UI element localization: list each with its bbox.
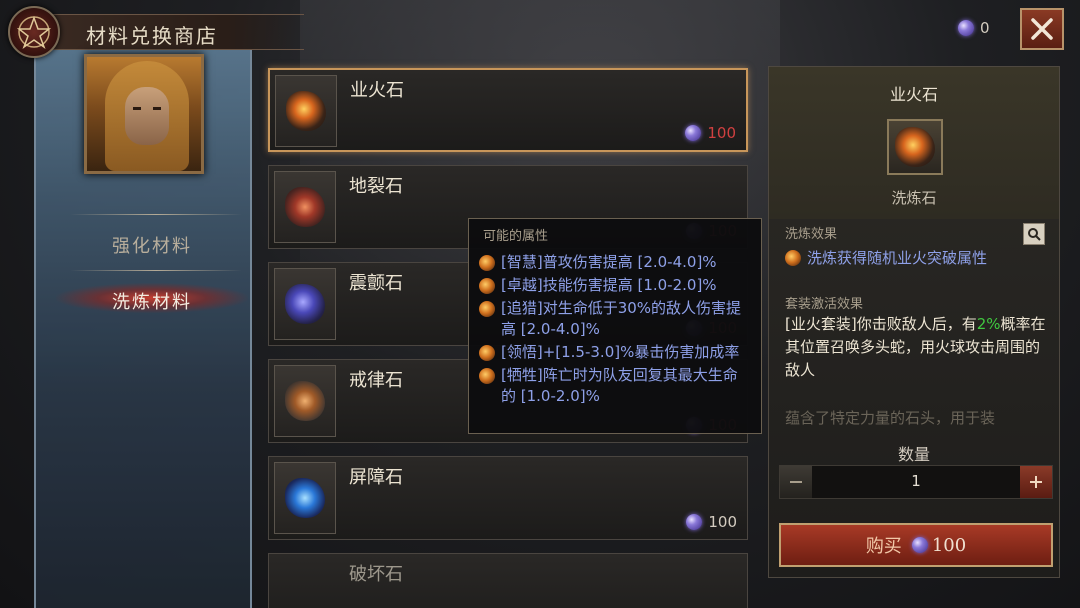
page-title: 材料兑换商店	[86, 24, 218, 48]
item-card[interactable]: 破坏石	[268, 553, 748, 608]
tooltip-attribute-text: [追猎]对生命低于30%的敌人伤害提高 [2.0-4.0]%	[501, 299, 742, 338]
item-icon-frame	[274, 268, 336, 340]
set-bonus-percent: 2%	[976, 315, 1001, 333]
character-portrait	[84, 54, 204, 174]
hellfire-stone-icon	[286, 91, 326, 131]
tooltip-attribute-line: [追猎]对生命低于30%的敌人伤害提高 [2.0-4.0]%	[479, 298, 751, 340]
portrait-face	[125, 87, 169, 145]
item-price: 100	[686, 513, 737, 531]
item-icon-frame	[274, 462, 336, 534]
buy-label: 购买	[865, 536, 902, 557]
gem-currency-icon	[958, 20, 974, 36]
item-name: 破坏石	[349, 564, 403, 585]
gem-currency-icon	[685, 125, 702, 141]
sidebar-item-enhance-materials[interactable]: 强化材料	[52, 232, 252, 258]
plus-icon	[1030, 476, 1042, 488]
barrier-stone-icon	[285, 478, 325, 518]
sidebar-item-refine-materials[interactable]: 洗炼材料	[52, 288, 252, 314]
item-card[interactable]: 屏障石 100	[268, 456, 748, 540]
set-bonus-label: 套装激活效果	[785, 297, 864, 312]
tooltip-attribute-text: [牺牲]阵亡时为队友回复其最大生命的 [1.0-2.0]%	[501, 366, 738, 405]
tooltip-attribute-text: [智慧]普攻伤害提高 [2.0-4.0]%	[501, 253, 717, 271]
earthsplit-stone-icon	[285, 187, 325, 227]
effect-label: 洗炼效果	[785, 227, 838, 242]
detail-category: 洗炼石	[891, 189, 937, 207]
fire-affix-icon	[479, 345, 495, 361]
pentagram-emblem-icon	[8, 6, 60, 58]
discipline-stone-icon	[285, 381, 325, 421]
title-plate: 材料兑换商店	[8, 6, 308, 58]
sidebar-divider	[70, 214, 242, 215]
quantity-increase-button[interactable]	[1020, 466, 1052, 498]
item-detail-panel: 业火石 洗炼石 洗炼效果 洗炼获得随机业火突破属性 套装激活效果 [业火套装]你…	[768, 66, 1060, 578]
tremor-stone-icon	[285, 284, 325, 324]
tooltip-attribute-line: [牺牲]阵亡时为队友回复其最大生命的 [1.0-2.0]%	[479, 365, 751, 407]
buy-price-value: 100	[931, 534, 967, 556]
tooltip-attribute-line: [智慧]普攻伤害提高 [2.0-4.0]%	[479, 252, 751, 273]
fire-affix-icon	[785, 250, 801, 266]
tooltip-attribute-text: [卓越]技能伤害提高 [1.0-2.0]%	[501, 276, 717, 294]
quantity-value[interactable]: 1	[812, 472, 1020, 490]
item-description: 蕴含了特定力量的石头，用于装	[785, 409, 996, 427]
set-bonus-text: [业火套装]你击败敌人后，有2%概率在其位置召唤多头蛇，用火球攻击周围的敌人	[785, 313, 1047, 382]
currency-amount: 0	[980, 19, 990, 37]
item-name: 震颤石	[349, 273, 403, 294]
close-button[interactable]	[1020, 8, 1064, 50]
effect-text: 洗炼获得随机业火突破属性	[807, 249, 988, 267]
inspect-button[interactable]	[1023, 223, 1045, 245]
item-icon-frame	[275, 75, 337, 147]
item-icon-frame	[274, 365, 336, 437]
sidebar-divider	[70, 270, 242, 271]
buy-price: 100	[911, 534, 967, 556]
detail-title: 业火石	[889, 85, 938, 104]
tooltip-header: 可能的属性	[483, 229, 549, 244]
quantity-stepper: 1	[779, 465, 1053, 499]
item-card[interactable]: 业火石 100	[268, 68, 748, 152]
fire-affix-icon	[479, 255, 495, 271]
item-price: 100	[685, 124, 736, 142]
portrait-eye	[153, 107, 161, 110]
magnifier-icon	[1028, 228, 1041, 241]
tooltip-attribute-text: [领悟]+[1.5-3.0]%暴击伤害加成率	[501, 343, 740, 361]
item-price-value: 100	[708, 513, 737, 531]
item-name: 地裂石	[349, 176, 403, 197]
currency-display: 0	[958, 16, 990, 40]
tooltip-attribute-line: [卓越]技能伤害提高 [1.0-2.0]%	[479, 275, 751, 296]
minus-icon	[790, 481, 802, 483]
hellfire-stone-icon	[895, 127, 935, 167]
item-price-value: 100	[707, 124, 736, 142]
attributes-tooltip: 可能的属性 [智慧]普攻伤害提高 [2.0-4.0]% [卓越]技能伤害提高 […	[468, 218, 762, 434]
fire-affix-icon	[479, 278, 495, 294]
fire-affix-icon	[479, 368, 495, 384]
close-icon	[1031, 18, 1053, 40]
detail-icon-frame	[887, 119, 943, 175]
portrait-eye	[133, 107, 141, 110]
tooltip-attribute-line: [领悟]+[1.5-3.0]%暴击伤害加成率	[479, 342, 751, 363]
fire-affix-icon	[479, 301, 495, 317]
item-name: 屏障石	[349, 467, 403, 488]
quantity-label: 数量	[897, 445, 930, 464]
quantity-decrease-button[interactable]	[780, 466, 812, 498]
item-name: 业火石	[350, 80, 404, 101]
gem-currency-icon	[911, 537, 928, 553]
item-icon-frame	[274, 171, 336, 243]
buy-button[interactable]: 购买 100	[779, 523, 1053, 567]
item-name: 戒律石	[349, 370, 403, 391]
set-bonus-text-a: [业火套装]你击败敌人后，有	[785, 315, 977, 333]
gem-currency-icon	[686, 514, 703, 530]
effect-line: 洗炼获得随机业火突破属性	[785, 247, 987, 268]
